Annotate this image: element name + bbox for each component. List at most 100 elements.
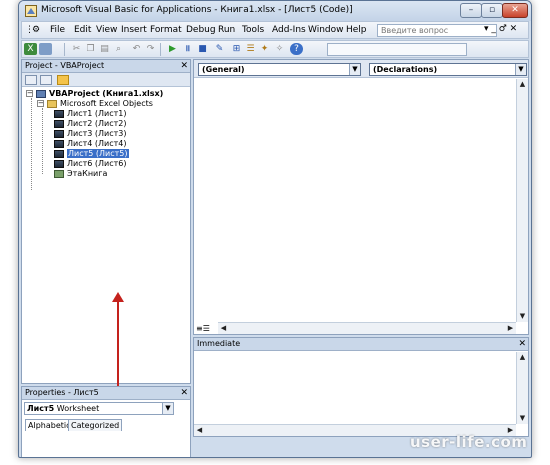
tab-categorized[interactable]: Categorized [68,419,123,431]
cut-icon[interactable]: ✂ [70,43,83,55]
run-icon[interactable]: ▶ [166,43,179,55]
menu-run[interactable]: Run [218,25,235,35]
folder-icon [47,99,57,108]
maximize-button[interactable]: ▫ [481,3,503,18]
paste-icon[interactable]: ▤ [98,43,111,55]
chevron-down-icon[interactable]: ▼ [349,64,360,75]
redo-icon[interactable]: ↷ [144,43,157,55]
worksheet-icon [54,129,64,138]
close-button[interactable]: ✕ [502,3,528,18]
menu-bar: ⋮ ⚙ File Edit View Insert Format Debug R… [21,21,529,39]
toggle-folders-icon[interactable] [57,75,69,85]
object-combo-value: (General) [202,65,245,74]
tree-sheet-6[interactable]: Лист6 (Лист6) [54,159,127,168]
scroll-down-icon[interactable]: ▼ [517,413,528,424]
object-combo[interactable]: (General) ▼ [198,63,361,76]
worksheet-icon [54,109,64,118]
code-horizontal-scrollbar[interactable]: ◀ ▶ [218,322,516,334]
view-code-icon[interactable] [25,75,37,85]
reset-icon[interactable]: ■ [196,43,209,55]
break-icon[interactable]: ॥ [181,43,194,55]
tree-sheet-label-selected: Лист5 (Лист5) [67,149,129,158]
tab-alphabetic[interactable]: Alphabetic [25,419,74,431]
vba-app-icon [25,5,37,17]
window-title: Microsoft Visual Basic for Applications … [41,5,353,15]
menu-help[interactable]: Help [346,25,367,35]
menu-window[interactable]: Window [308,25,344,35]
menu-edit[interactable]: Edit [74,25,91,35]
full-module-view-icon[interactable]: ☰ [203,324,210,333]
immediate-vertical-scrollbar[interactable]: ▲ ▼ [516,352,528,424]
menu-view[interactable]: View [96,25,117,35]
design-mode-icon[interactable]: ✎ [213,43,226,55]
tree-sheet-5[interactable]: Лист5 (Лист5) [54,149,129,158]
find-icon[interactable]: ⌕ [112,43,125,55]
collapse-icon[interactable]: − [37,100,44,107]
menu-debug[interactable]: Debug [186,25,216,35]
properties-window-icon[interactable]: ☰ [244,43,257,55]
mdi-controls[interactable]: ▾ _ ♂ ✕ [484,24,517,34]
object-browser-icon[interactable]: ✦ [258,43,271,55]
scroll-right-icon[interactable]: ▶ [505,323,516,334]
workbook-icon [54,169,64,178]
menu-format[interactable]: Format [150,25,182,35]
tree-line [42,108,43,174]
procedure-view-icon[interactable]: ≡ [196,324,203,333]
collapse-icon[interactable]: − [26,90,33,97]
chevron-down-icon[interactable]: ▼ [515,64,526,75]
worksheet-icon [54,119,64,128]
standard-toolbar: X ✂ ❐ ▤ ⌕ ↶ ↷ ▶ ॥ ■ ✎ ⊞ ☰ ✦ ✧ ? [21,40,529,58]
chevron-down-icon[interactable]: ▼ [162,403,173,414]
help-icon[interactable]: ? [290,43,303,55]
immediate-input-area[interactable] [194,352,516,424]
tree-sheet-2[interactable]: Лист2 (Лист2) [54,119,127,128]
scroll-left-icon[interactable]: ◀ [218,323,229,334]
project-pane-title-text: Project - VBAProject [25,61,105,70]
project-explorer-icon[interactable]: ⊞ [230,43,243,55]
scroll-up-icon[interactable]: ▲ [517,79,528,90]
menu-file[interactable]: File [50,25,65,35]
project-pane-title: Project - VBAProject ✕ [22,60,190,73]
help-search-input[interactable]: Введите вопрос [377,24,497,37]
toolbar-separator [64,43,65,56]
code-editor[interactable] [194,79,516,322]
tree-line [31,98,32,190]
project-pane-close-button[interactable]: ✕ [180,60,188,72]
properties-object-select[interactable]: Лист5 Worksheet ▼ [24,402,174,415]
view-object-icon[interactable] [40,75,52,85]
scroll-down-icon[interactable]: ▼ [517,311,528,322]
menu-tools[interactable]: Tools [242,25,264,35]
view-toggle-buttons: ≡☰ [196,324,210,333]
tree-sheet-3[interactable]: Лист3 (Лист3) [54,129,127,138]
project-pane-toolbar [22,73,190,87]
annotation-arrow-shaft [117,300,119,388]
minimize-button[interactable]: – [460,3,482,18]
insert-module-icon[interactable] [39,43,52,55]
menu-insert[interactable]: Insert [121,25,147,35]
immediate-close-button[interactable]: ✕ [518,338,526,350]
tree-sheet-1[interactable]: Лист1 (Лист1) [54,109,127,118]
tree-root[interactable]: − VBAProject (Книга1.xlsx) [26,89,163,98]
scroll-left-icon[interactable]: ◀ [194,425,205,436]
immediate-title-bar: Immediate ✕ [194,338,528,351]
undo-icon[interactable]: ↶ [130,43,143,55]
code-vertical-scrollbar[interactable]: ▲ ▼ [516,79,528,322]
view-excel-icon[interactable]: X [24,43,37,55]
menu-addins[interactable]: Add-Ins [272,25,306,35]
properties-pane-close-button[interactable]: ✕ [180,387,188,399]
tree-workbook[interactable]: ЭтаКнига [54,169,107,178]
copy-icon[interactable]: ❐ [84,43,97,55]
procedure-combo-value: (Declarations) [373,65,438,74]
procedure-combo[interactable]: (Declarations) ▼ [369,63,527,76]
tree-sheet-label: Лист6 (Лист6) [67,159,127,168]
watermark: user-life.com [410,433,528,451]
properties-pane-title-text: Properties - Лист5 [25,388,99,397]
properties-object-type: Worksheet [56,404,100,413]
project-tree: − VBAProject (Книга1.xlsx) − Microsoft Exc… [26,89,186,379]
toolbox-icon[interactable]: ✧ [273,43,286,55]
tree-folder[interactable]: − Microsoft Excel Objects [37,99,153,108]
tree-sheet-4[interactable]: Лист4 (Лист4) [54,139,127,148]
scroll-up-icon[interactable]: ▲ [517,352,528,363]
excel-icon[interactable]: ⚙ [32,25,40,35]
vba-project-icon [36,89,46,98]
